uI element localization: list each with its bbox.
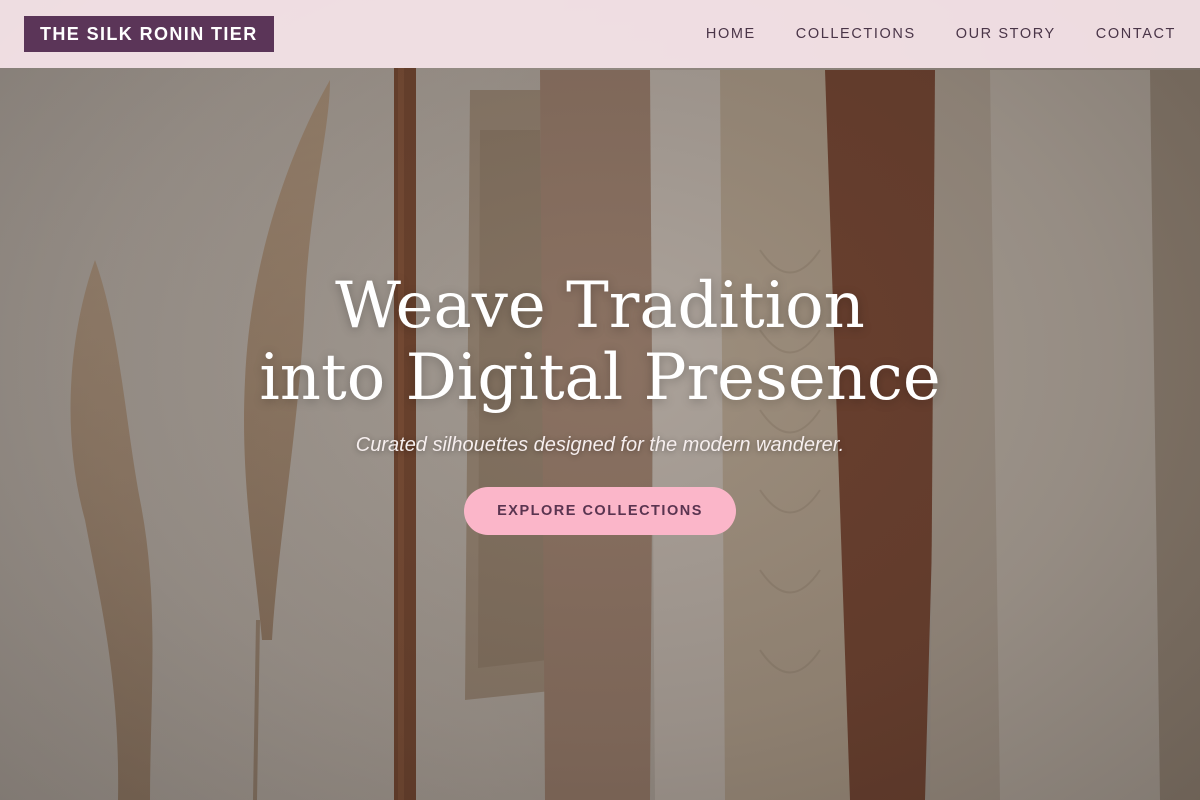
explore-collections-button[interactable]: EXPLORE COLLECTIONS [464,487,736,535]
hero-title: Weave Tradition into Digital Presence [0,270,1200,414]
nav-collections-link[interactable]: COLLECTIONS [796,26,916,42]
site-header: THE SILK RONIN TIER HOME COLLECTIONS OUR… [0,0,1200,68]
hero-title-line-2: into Digital Presence [259,341,941,415]
hero-content: Weave Tradition into Digital Presence Cu… [0,270,1200,535]
main-nav: HOME COLLECTIONS OUR STORY CONTACT [706,0,1176,68]
nav-our-story-link[interactable]: OUR STORY [956,26,1056,42]
brand-logo[interactable]: THE SILK RONIN TIER [24,16,274,52]
nav-contact-link[interactable]: CONTACT [1096,26,1176,42]
hero-subtitle: Curated silhouettes designed for the mod… [355,434,845,456]
hero-title-line-1: Weave Tradition [335,269,865,343]
nav-home-link[interactable]: HOME [706,26,756,42]
